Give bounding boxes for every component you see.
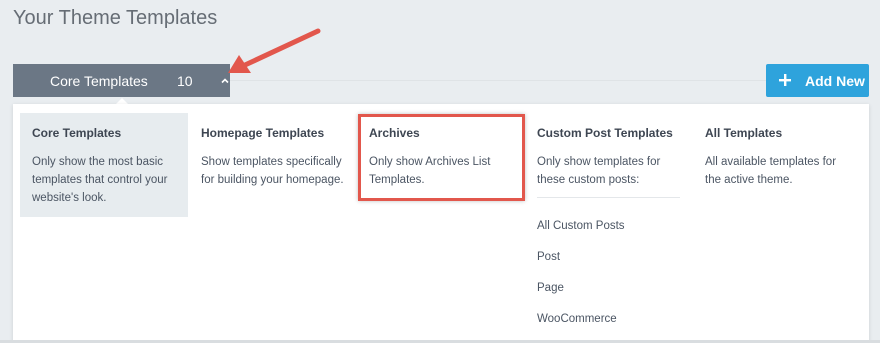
- option-title: Homepage Templates: [201, 126, 325, 140]
- custom-post-list: All Custom Posts Post Page WooCommerce: [537, 219, 625, 343]
- core-templates-dropdown[interactable]: Core Templates 10: [13, 64, 230, 97]
- template-count: 10: [177, 72, 193, 89]
- post-type-woocommerce[interactable]: WooCommerce: [537, 312, 625, 343]
- toolbar-divider: [230, 80, 768, 81]
- page-title: Your Theme Templates: [13, 7, 218, 29]
- option-description: Only show the most basic templates that …: [32, 156, 168, 204]
- option-description: All available templates for the active t…: [705, 156, 837, 186]
- dropdown-label: Core Templates: [50, 72, 148, 89]
- theme-templates-page: Your Theme Templates Core Templates 10 A…: [0, 0, 880, 343]
- plus-icon: [778, 73, 792, 87]
- menu-option-all-templates[interactable]: All Templates All available templates fo…: [693, 113, 861, 202]
- menu-option-archives[interactable]: Archives Only show Archives List Templat…: [357, 113, 525, 202]
- custom-post-divider: [537, 197, 680, 198]
- chevron-up-icon[interactable]: [220, 73, 230, 84]
- menu-option-custom-post-templates[interactable]: Custom Post Templates Only show template…: [525, 113, 693, 202]
- template-filter-menu: Core Templates Only show the most basic …: [13, 104, 869, 343]
- option-description: Only show templates for these custom pos…: [537, 156, 661, 186]
- post-type-all-custom-posts[interactable]: All Custom Posts: [537, 219, 625, 250]
- menu-option-homepage-templates[interactable]: Homepage Templates Show templates specif…: [189, 113, 357, 202]
- option-title: All Templates: [705, 126, 783, 140]
- option-title: Archives: [369, 126, 420, 140]
- menu-option-core-templates[interactable]: Core Templates Only show the most basic …: [20, 113, 188, 217]
- option-title: Custom Post Templates: [537, 126, 673, 140]
- add-new-button[interactable]: Add New: [766, 64, 869, 97]
- option-description: Only show Archives List Templates.: [369, 156, 491, 186]
- post-type-post[interactable]: Post: [537, 250, 625, 281]
- option-description: Show templates specifically for building…: [201, 156, 344, 186]
- post-type-page[interactable]: Page: [537, 281, 625, 312]
- option-title: Core Templates: [32, 126, 122, 140]
- add-new-label: Add New: [805, 72, 865, 89]
